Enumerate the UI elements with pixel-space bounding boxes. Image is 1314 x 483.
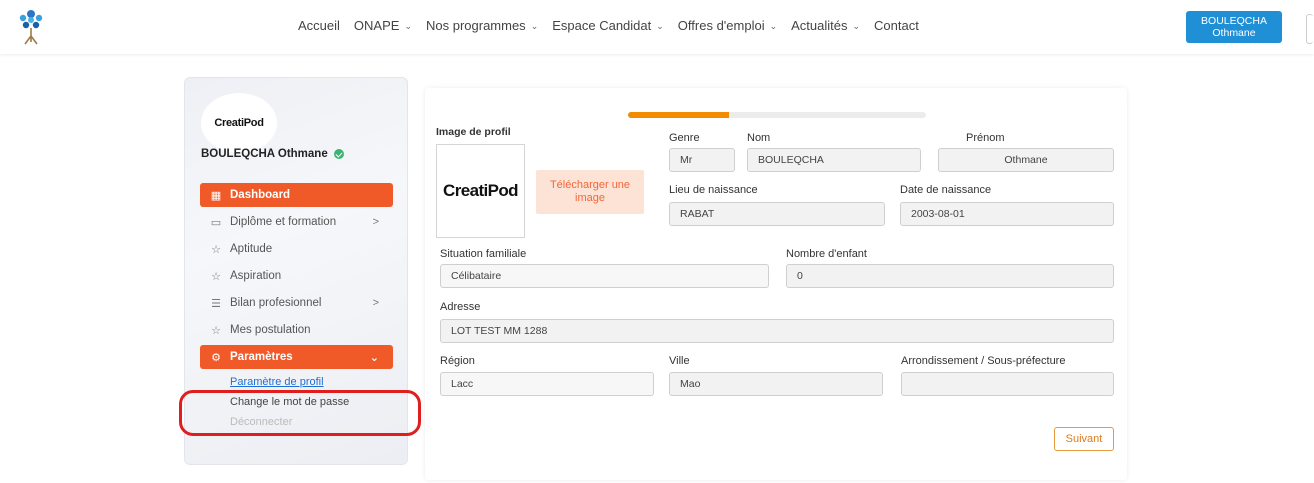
sidebar-item-label: Diplôme et formation	[230, 216, 337, 228]
nav-label: Accueil	[298, 18, 340, 33]
lieu-naissance-label: Lieu de naissance	[669, 184, 758, 196]
chevron-right-icon: >	[372, 216, 379, 228]
prenom-label: Prénom	[966, 132, 1005, 144]
nom-label: Nom	[747, 132, 771, 144]
chevron-down-icon: ⌄	[769, 21, 778, 31]
sidebar-user-name: BOULEQCHA Othmane	[201, 148, 344, 160]
chevron-down-icon: ⌄	[656, 21, 664, 31]
star-icon: ☆	[211, 243, 221, 256]
nav-label: Offres d'emploi	[677, 18, 765, 33]
region-label: Région	[440, 355, 475, 367]
sidebar-item-bilan[interactable]: ☰ Bilan profesionnel >	[200, 291, 393, 315]
adresse-label: Adresse	[440, 301, 481, 313]
sidebar-item-label: Dashboard	[230, 189, 291, 201]
nav-label: Actualités	[791, 18, 848, 33]
nav-accueil[interactable]: Accueil	[298, 18, 340, 33]
chevron-down-icon: ⌄	[530, 21, 539, 31]
submenu-profile-settings[interactable]: Paramètre de profil	[200, 372, 393, 392]
profile-brand-logo: CreatiPod	[443, 181, 519, 200]
sidebar-item-aptitude[interactable]: ☆ Aptitude	[200, 237, 393, 261]
prenom-field[interactable]: Othmane	[938, 148, 1114, 172]
user-name-text: BOULEQCHA Othmane	[201, 148, 328, 160]
lieu-naissance-field[interactable]: RABAT	[669, 202, 885, 226]
date-naissance-field[interactable]: 2003-08-01	[900, 202, 1114, 226]
ville-field[interactable]: Mao	[669, 372, 883, 396]
nav-actualites[interactable]: Actualités ⌄	[791, 18, 860, 33]
sidebar-item-postulation[interactable]: ☆ Mes postulation	[200, 318, 393, 342]
nav-onape[interactable]: ONAPE ⌄	[354, 18, 412, 33]
diploma-icon: ▭	[210, 216, 222, 229]
edge-control	[1306, 14, 1313, 44]
next-button[interactable]: Suivant	[1054, 427, 1114, 451]
profile-sidebar: CreatiPod BOULEQCHA Othmane ▦ Dashboard …	[184, 77, 408, 465]
sidebar-item-label: Paramètres	[230, 351, 293, 363]
chevron-down-icon: ⌄	[404, 21, 412, 31]
enfants-label: Nombre d'enfant	[786, 248, 867, 260]
site-logo[interactable]	[14, 6, 48, 46]
nom-field[interactable]: BOULEQCHA	[747, 148, 921, 172]
sidebar-menu: ▦ Dashboard ▭ Diplôme et formation > ☆ A…	[200, 183, 393, 432]
user-account-button[interactable]: BOULEQCHA Othmane	[1186, 11, 1282, 43]
sidebar-item-label: Aptitude	[230, 243, 273, 255]
chevron-down-icon: ⌄	[369, 351, 379, 364]
nav-label: Espace Candidat	[552, 18, 652, 33]
main-nav: Accueil ONAPE ⌄ Nos programmes ⌄ Espace Ca…	[298, 18, 933, 33]
upload-image-button[interactable]: Télécharger une image	[536, 170, 644, 214]
chevron-down-icon: ⌄	[852, 21, 861, 31]
star-icon: ☆	[211, 324, 221, 337]
nav-contact[interactable]: Contact	[874, 18, 919, 33]
profile-image-preview: CreatiPod	[436, 144, 525, 238]
user-last-name: BOULEQCHA	[1201, 15, 1267, 27]
avatar: CreatiPod	[201, 93, 277, 153]
sidebar-item-dashboard[interactable]: ▦ Dashboard	[200, 183, 393, 207]
document-icon: ☰	[211, 297, 221, 310]
sidebar-item-parametres[interactable]: ⚙ Paramètres ⌄	[200, 345, 393, 369]
region-field[interactable]: Lacc	[440, 372, 654, 396]
sidebar-item-aspiration[interactable]: ☆ Aspiration	[200, 264, 393, 288]
logout-link[interactable]: Déconnecter	[200, 412, 393, 432]
sidebar-item-label: Aspiration	[230, 270, 282, 282]
profile-form-card: Image de profil CreatiPod Télécharger un…	[425, 88, 1127, 480]
situation-field[interactable]: Célibataire	[440, 264, 769, 288]
sidebar-item-diplome[interactable]: ▭ Diplôme et formation >	[200, 210, 393, 234]
submenu-change-password[interactable]: Change le mot de passe	[200, 392, 393, 412]
nav-label: Nos programmes	[425, 18, 526, 33]
adresse-field[interactable]: LOT TEST MM 1288	[440, 319, 1114, 343]
avatar-brand-logo: CreatiPod	[214, 117, 264, 129]
nav-offres-emploi[interactable]: Offres d'emploi ⌄	[678, 18, 777, 33]
progress-bar	[628, 112, 926, 118]
nav-espace-candidat[interactable]: Espace Candidat ⌄	[552, 18, 664, 33]
date-naissance-label: Date de naissance	[900, 184, 992, 196]
top-navbar: Accueil ONAPE ⌄ Nos programmes ⌄ Espace Ca…	[0, 0, 1314, 54]
nav-label: Contact	[874, 18, 919, 33]
chevron-right-icon: >	[372, 297, 379, 309]
user-first-name: Othmane	[1212, 27, 1256, 39]
logout-label: Déconnecter	[230, 416, 293, 428]
profile-image-label: Image de profil	[436, 126, 511, 138]
settings-icon: ⚙	[211, 351, 221, 364]
ville-label: Ville	[669, 355, 690, 367]
sidebar-item-label: Bilan profesionnel	[230, 297, 322, 309]
sidebar-item-label: Mes postulation	[230, 324, 311, 336]
progress-fill	[628, 112, 730, 118]
arrondissement-field[interactable]	[901, 372, 1114, 396]
genre-field[interactable]: Mr	[669, 148, 735, 172]
arrondissement-label: Arrondissement / Sous-préfecture	[901, 355, 1066, 367]
verified-check-icon	[333, 149, 344, 159]
nav-label: ONAPE	[353, 18, 400, 33]
situation-label: Situation familiale	[440, 248, 527, 260]
enfants-field[interactable]: 0	[786, 264, 1114, 288]
genre-label: Genre	[669, 132, 700, 144]
nav-nos-programmes[interactable]: Nos programmes ⌄	[426, 18, 538, 33]
grid-icon: ▦	[210, 189, 222, 202]
star-icon: ☆	[211, 270, 221, 283]
